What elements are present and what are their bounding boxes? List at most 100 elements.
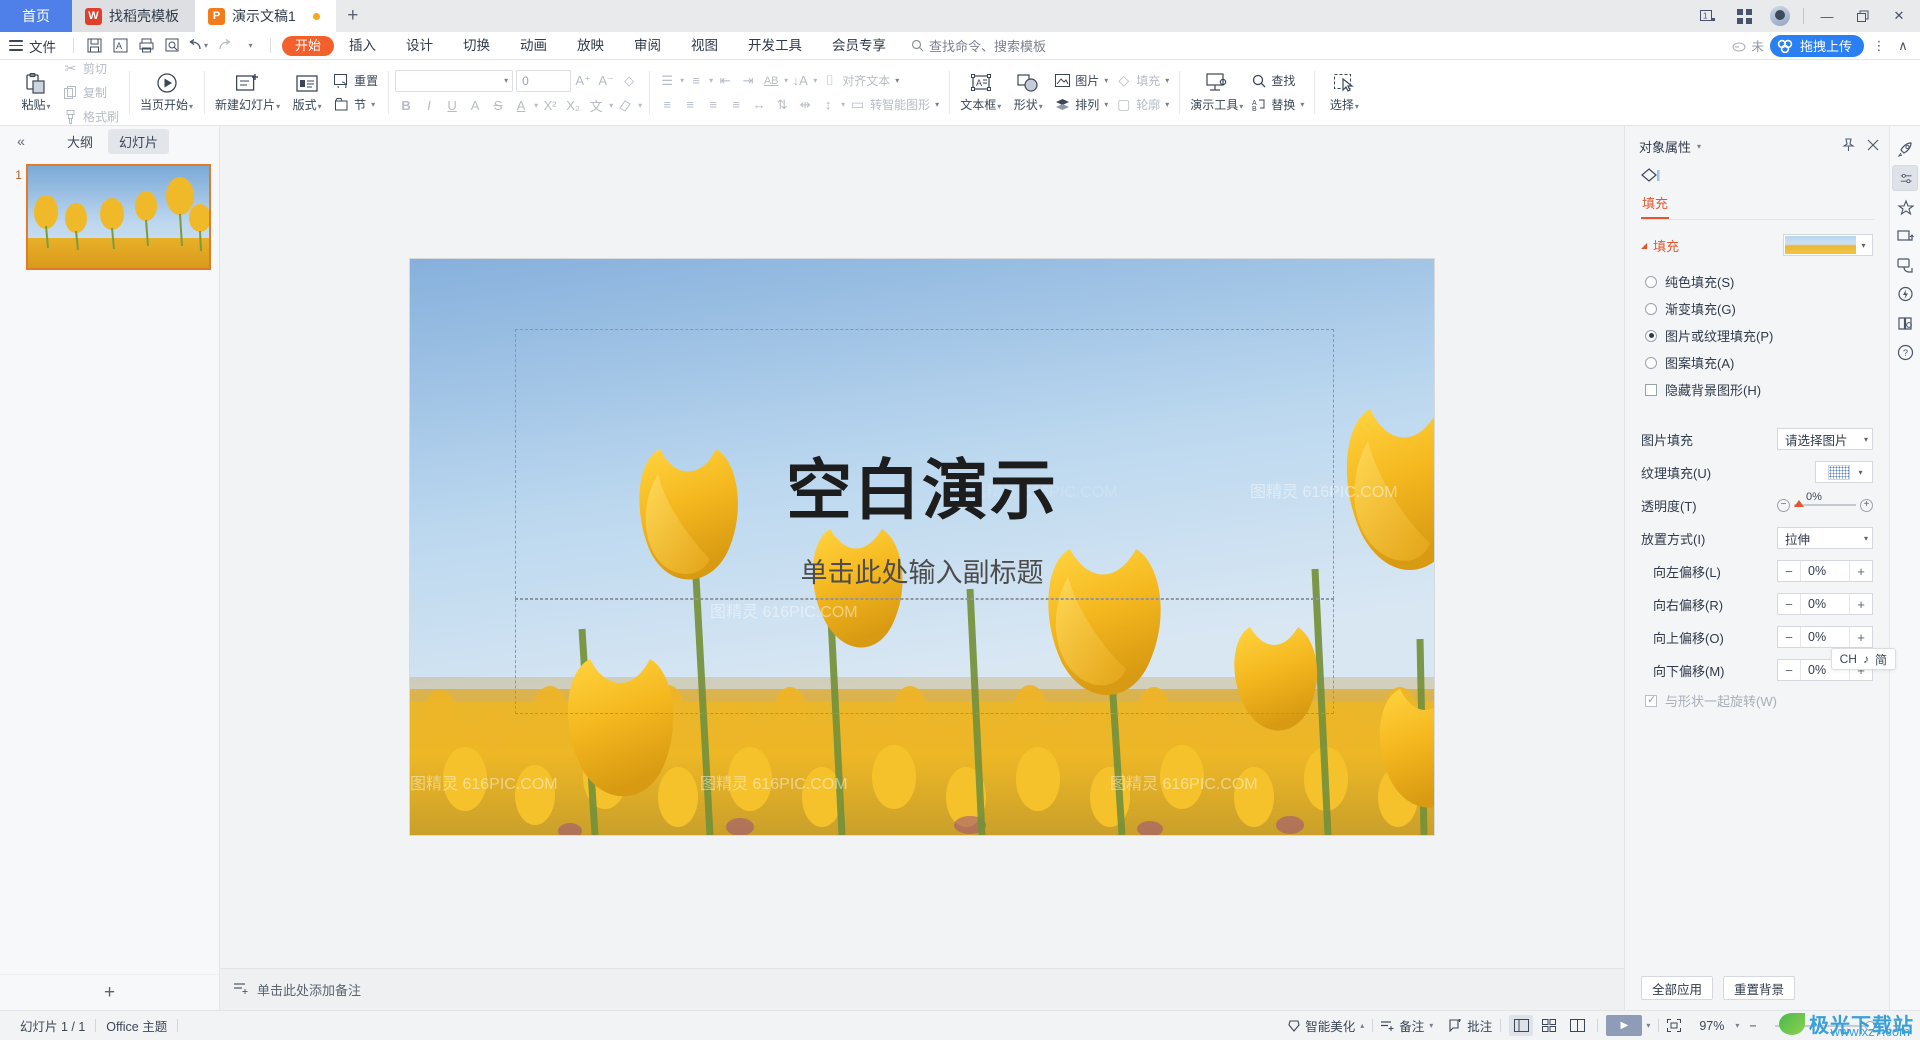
zoom-in-button[interactable]: + [1883, 1019, 1910, 1033]
offset-right-value[interactable]: 0% [1800, 594, 1850, 614]
slide-thumbnail-1[interactable] [25, 164, 211, 270]
arrange-button[interactable]: 排列 ▾ [1051, 94, 1111, 115]
convert-to-smartart-button[interactable]: ▭ 转智能图形 ▾ [846, 94, 942, 115]
strikethrough-button[interactable]: S [487, 95, 509, 116]
presentation-tools-button[interactable]: 演示工具▾ [1186, 72, 1247, 113]
notes-pane[interactable]: 单击此处添加备注 [220, 968, 1624, 1010]
fill-option-pattern[interactable]: 图案填充(A) [1641, 349, 1873, 376]
lightning-icon[interactable] [1892, 281, 1918, 307]
section-button[interactable]: 节 ▾ [330, 94, 381, 115]
file-menu-button[interactable]: 文件 [9, 36, 66, 56]
offset-right-stepper[interactable]: − 0% + [1777, 593, 1873, 615]
justify-icon[interactable]: ≡ [725, 94, 747, 115]
distribute-icon[interactable]: ↔ [748, 94, 770, 115]
reset-background-button[interactable]: 重置背景 [1723, 976, 1796, 1000]
redo-icon[interactable] [211, 34, 237, 58]
fill-shape-icon[interactable] [1641, 165, 1889, 189]
offset-left-stepper[interactable]: − 0% + [1777, 560, 1873, 582]
print-icon[interactable] [133, 34, 159, 58]
rotate-with-shape-checkbox[interactable]: 与形状一起旋转(W) [1641, 691, 1873, 710]
texture-fill-select[interactable]: ▾ [1815, 461, 1873, 483]
ime-indicator[interactable]: CH ♪ 简 [1830, 648, 1896, 670]
normal-view-button[interactable] [1509, 1015, 1534, 1036]
restore-button[interactable] [1846, 1, 1880, 31]
outline-button[interactable]: ▢ 轮廓 ▾ [1112, 94, 1172, 115]
align-right-icon[interactable]: ≡ [702, 94, 724, 115]
smart-beautify-button[interactable]: 智能美化 ▴ [1279, 1016, 1372, 1035]
char-spacing-icon[interactable]: ⇹ [794, 94, 816, 115]
picture-fill-select[interactable]: 请选择图片 ▾ [1777, 428, 1873, 450]
minimize-button[interactable]: — [1810, 1, 1844, 31]
chevron-down-icon[interactable]: ▾ [1646, 1021, 1650, 1030]
drag-upload-button[interactable]: 拖拽上传 [1769, 34, 1864, 57]
more-options-icon[interactable]: ⋮ [1870, 38, 1888, 54]
transparency-slider[interactable]: − 0% + [1777, 491, 1873, 512]
subscript-button[interactable]: X₂ [562, 95, 584, 116]
apply-all-button[interactable]: 全部应用 [1641, 976, 1714, 1000]
align-left-icon[interactable]: ≡ [656, 94, 678, 115]
sliders-icon[interactable] [1892, 165, 1918, 191]
slider-track[interactable]: 0% [1794, 491, 1856, 507]
italic-button[interactable]: I [418, 95, 440, 116]
replace-button[interactable]: AB 替换 ▾ [1247, 94, 1307, 115]
fill-option-picture-texture[interactable]: 图片或纹理填充(P) [1641, 322, 1873, 349]
fit-to-window-button[interactable] [1659, 1019, 1689, 1032]
chevron-down-icon[interactable]: ▾ [1697, 142, 1701, 151]
customize-toolbar-icon[interactable]: ▾ [237, 34, 263, 58]
start-from-current-button[interactable]: 当页开始▾ [136, 72, 197, 113]
numbering-icon[interactable]: ≡ [685, 70, 707, 91]
fill-option-gradient[interactable]: 渐变填充(G) [1641, 295, 1873, 322]
tab-presentation-1[interactable]: P 演示文稿1 [195, 0, 336, 32]
select-button[interactable]: 选择▾ [1321, 72, 1367, 113]
menu-tab-view[interactable]: 视图 [676, 32, 733, 60]
slide-title-text[interactable]: 空白演示 [410, 437, 1434, 533]
fill-button[interactable]: ◇ 填充 ▾ [1112, 70, 1172, 91]
offset-top-value[interactable]: 0% [1800, 627, 1850, 647]
plus-icon[interactable]: + [1850, 564, 1872, 579]
menu-tab-member[interactable]: 会员专享 [817, 32, 901, 60]
column-spacing-icon[interactable]: ⇅ [771, 94, 793, 115]
star-sparkle-icon[interactable] [1892, 194, 1918, 220]
line-spacing-icon[interactable]: ↕ [817, 94, 839, 115]
start-slideshow-button[interactable]: ▶ [1606, 1015, 1643, 1036]
pin-icon[interactable] [1842, 137, 1855, 155]
plus-icon[interactable]: + [1850, 597, 1872, 612]
collapse-ribbon-icon[interactable]: ∧ [1894, 38, 1912, 54]
textbox-button[interactable]: A 文本框▾ [956, 72, 1005, 113]
align-center-icon[interactable]: ≡ [679, 94, 701, 115]
minus-icon[interactable]: − [1778, 663, 1800, 678]
help-icon[interactable]: ? [1892, 339, 1918, 365]
text-effect-button[interactable]: 文 [585, 95, 607, 116]
slide-canvas[interactable]: 图精灵 616PIC.COM 图精灵 616PIC.COM 图精灵 616PIC… [410, 259, 1434, 835]
minus-icon[interactable]: − [1778, 597, 1800, 612]
find-button[interactable]: 查找 [1247, 70, 1307, 91]
new-tab-button[interactable]: + [336, 0, 370, 32]
font-size-input[interactable]: 0 [516, 69, 572, 92]
menu-tab-review[interactable]: 审阅 [619, 32, 676, 60]
format-painter-button[interactable]: 格式刷 [59, 106, 122, 127]
increase-font-size-button[interactable]: A⁺ [572, 70, 594, 91]
highlight-color-button[interactable] [614, 95, 636, 116]
triangle-expand-icon[interactable]: ◢ [1641, 241, 1647, 250]
text-shadow-button[interactable]: A [464, 95, 486, 116]
command-search[interactable]: 查找命令、搜索模板 [911, 36, 1046, 55]
zoom-slider[interactable] [1774, 1020, 1875, 1031]
minus-icon[interactable]: − [1778, 564, 1800, 579]
decrease-font-size-button[interactable]: A⁻ [595, 70, 617, 91]
hide-background-graphics-checkbox[interactable]: 隐藏背景图形(H) [1641, 376, 1873, 403]
comment-button[interactable]: 批注 [1441, 1016, 1500, 1035]
fill-preview-swatch[interactable]: ▾ [1783, 234, 1873, 256]
menu-tab-animation[interactable]: 动画 [505, 32, 562, 60]
menu-tab-insert[interactable]: 插入 [334, 32, 391, 60]
tab-list-icon[interactable]: 1 [1691, 1, 1725, 31]
increase-indent-icon[interactable]: ⇥ [737, 70, 759, 91]
bullets-icon[interactable]: ☰ [656, 70, 678, 91]
slider-thumb[interactable] [1794, 500, 1804, 507]
underline-button[interactable]: U [441, 95, 463, 116]
collapse-panel-button[interactable]: « [8, 133, 34, 149]
fill-option-solid[interactable]: 纯色填充(S) [1641, 268, 1873, 295]
offset-top-stepper[interactable]: − 0% + [1777, 626, 1873, 648]
zoom-out-button[interactable]: − [1739, 1019, 1766, 1033]
align-text-button[interactable]: ⌷ 对齐文本 ▾ [818, 70, 902, 91]
clear-format-icon[interactable]: ◇ [618, 70, 640, 91]
